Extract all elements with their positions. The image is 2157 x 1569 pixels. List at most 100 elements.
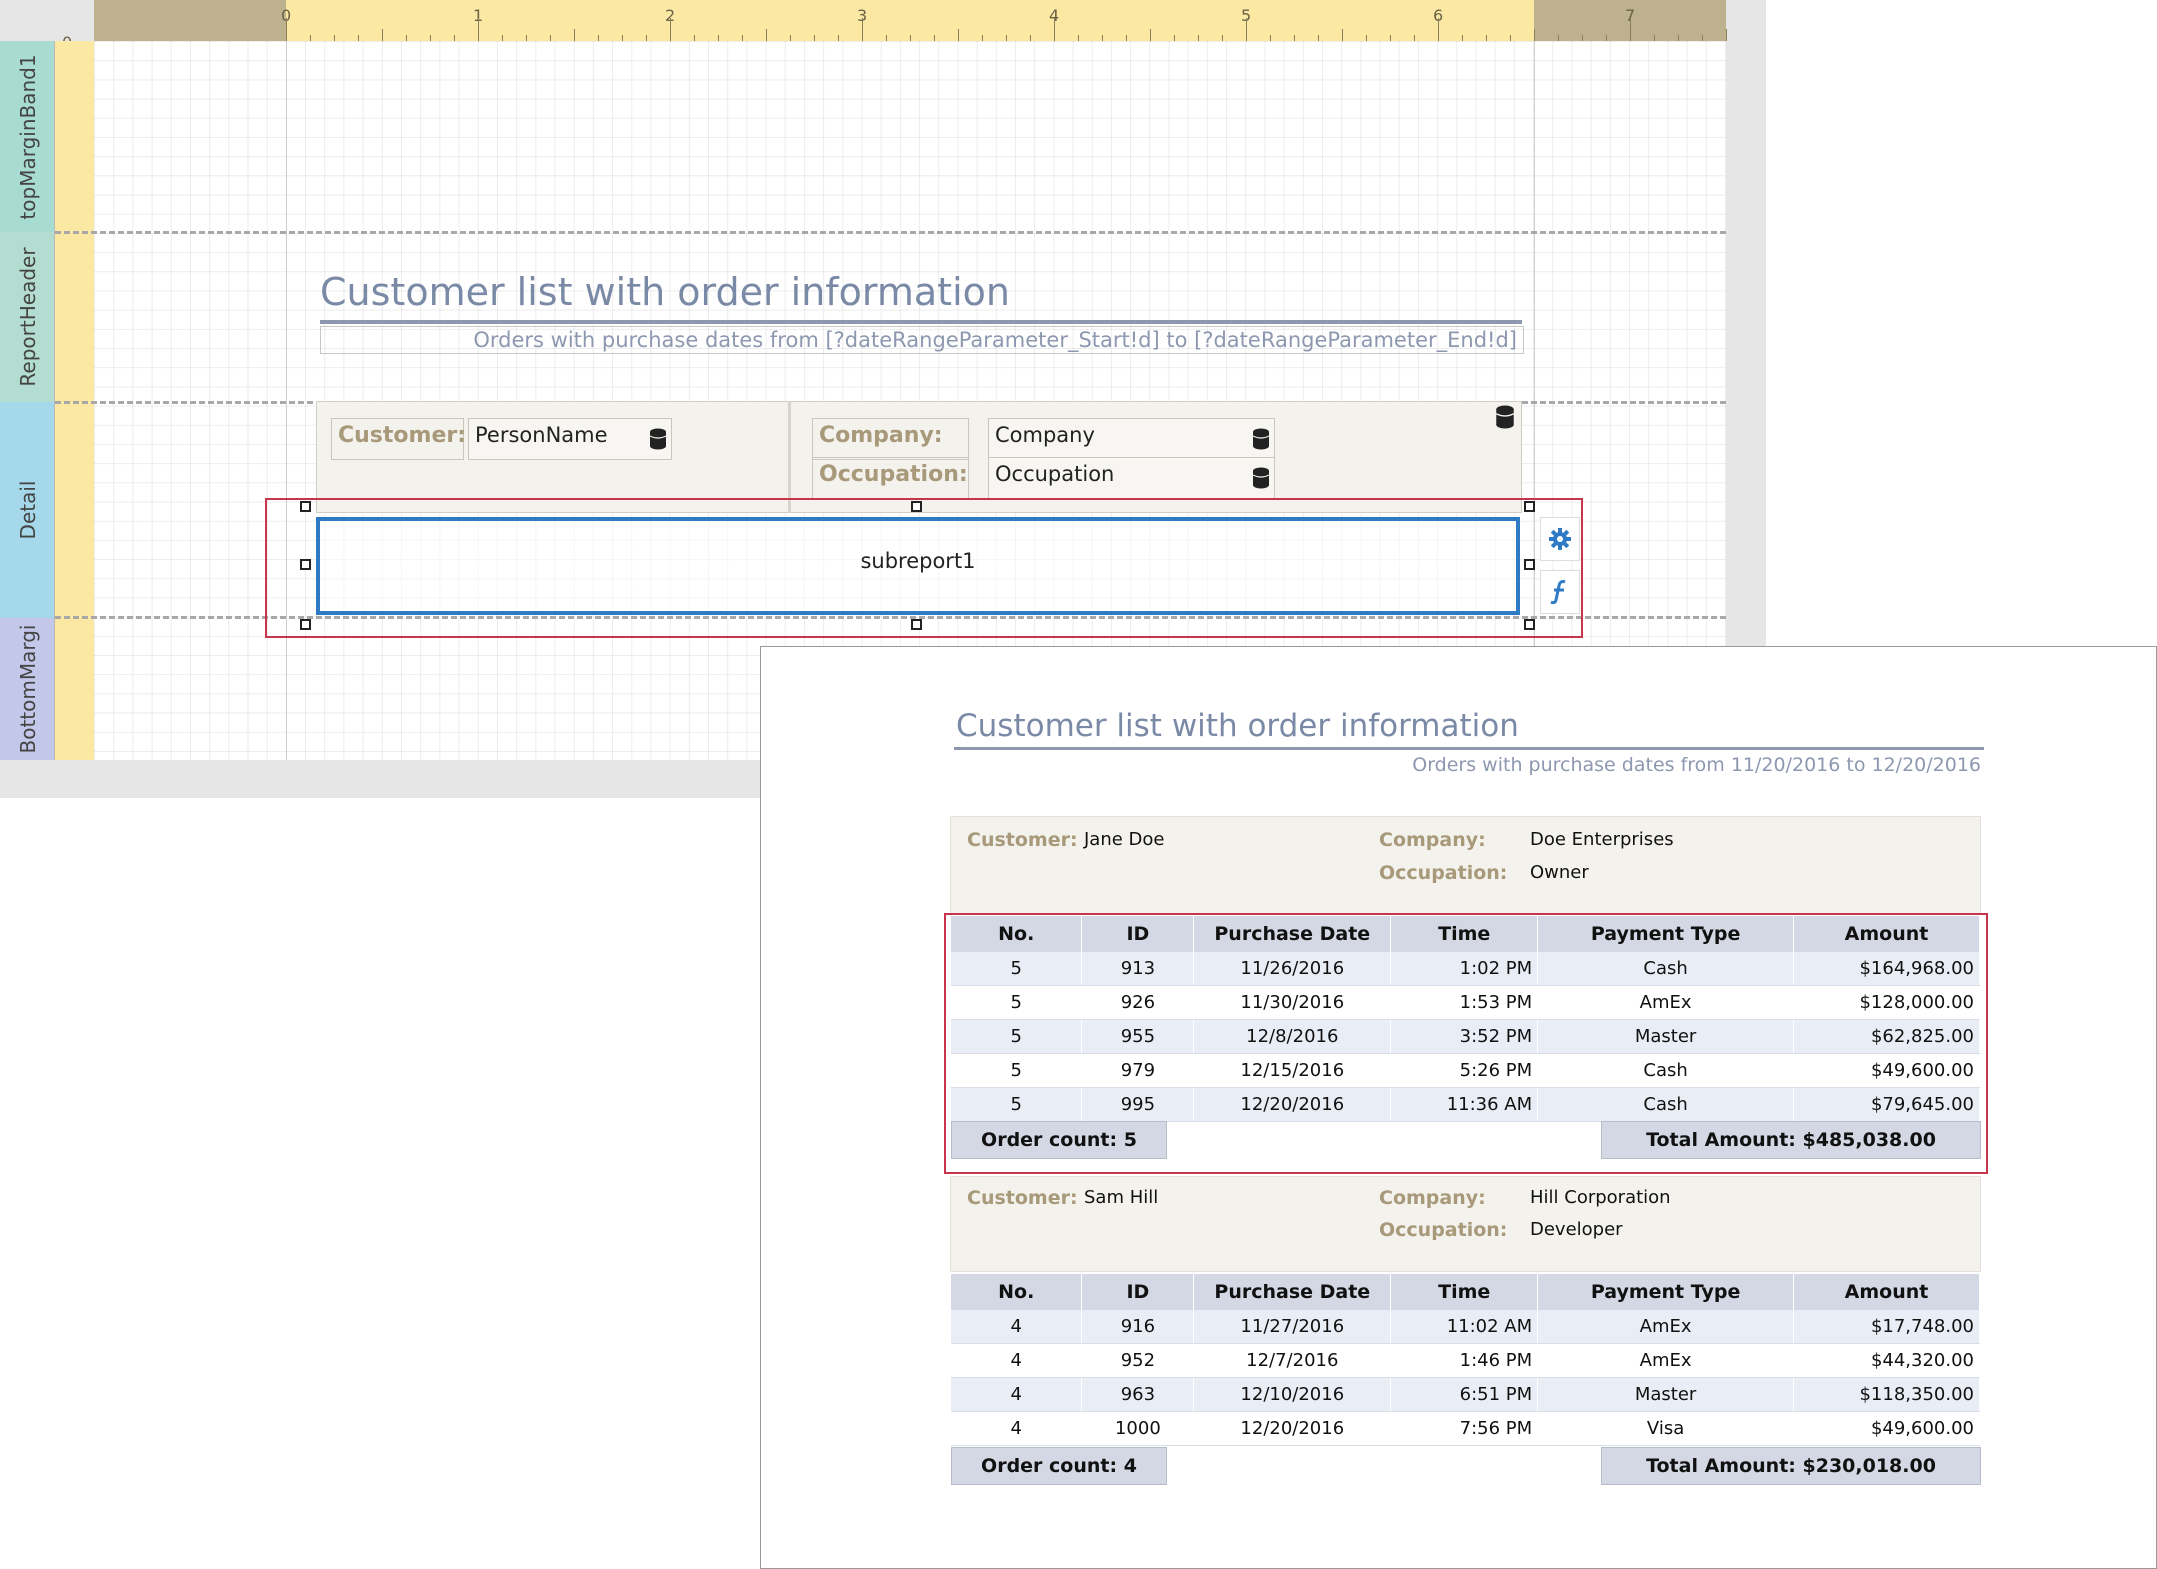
expression-button[interactable] [1540,570,1580,614]
customer-label: Customer: [967,829,1078,851]
column-header: Payment Type [1537,1274,1794,1310]
occupation-field[interactable]: Occupation [988,457,1275,499]
band-detail[interactable]: Detail [0,402,55,618]
orders-table: No. ID Purchase Date Time Payment Type A… [951,1274,1980,1446]
table-row: 4 963 12/10/2016 6:51 PM Master $118,350… [951,1377,1980,1412]
occupation-value: Owner [1530,862,1589,883]
ruler-tick [1630,18,1631,41]
title-underline [320,320,1522,324]
report-subtitle-label[interactable]: Orders with purchase dates from [?dateRa… [320,326,1524,354]
ruler-tick [478,18,479,41]
resize-handle-left[interactable] [300,559,311,570]
cell-id: 916 [1081,1310,1195,1344]
cell-date: 12/20/2016 [1193,1411,1392,1446]
resize-handle-bottom[interactable] [911,619,922,630]
preview-subreport-highlight [944,913,1988,1174]
cell-id: 963 [1081,1377,1195,1412]
resize-handle-bottom-left[interactable] [300,619,311,630]
company-field[interactable]: Company [988,418,1275,460]
company-field-text: Company [995,423,1095,447]
ruler-tick [670,18,671,41]
column-header: ID [1081,1274,1195,1310]
total-amount-summary: Total Amount: $230,018.00 [1601,1447,1981,1485]
company-label[interactable]: Company: [812,418,969,460]
cell-time: 11:02 AM [1390,1310,1539,1344]
ruler-tick [1054,18,1055,41]
ruler-corner [0,0,94,41]
band-detail-label: Detail [15,480,40,540]
cell-id: 1000 [1081,1411,1195,1446]
band-top-margin-label: topMarginBand1 [15,53,40,220]
preview-title-underline [954,747,1984,750]
cell-payment: AmEx [1537,1310,1794,1344]
band-separator[interactable] [55,231,1726,234]
preview-title: Customer list with order information [956,708,1519,744]
order-count-summary: Order count: 4 [951,1447,1167,1485]
occupation-label[interactable]: Occupation: [812,457,969,499]
cell-time: 1:46 PM [1390,1343,1539,1378]
customer-value: Sam Hill [1084,1187,1159,1208]
gear-icon [1549,528,1571,550]
cell-no: 4 [951,1377,1083,1412]
resize-handle-top[interactable] [911,501,922,512]
resize-handle-bottom-right[interactable] [1524,619,1535,630]
preview-subtitle: Orders with purchase dates from 11/20/20… [1412,754,1981,776]
ruler-tick [1150,29,1151,41]
cell-no: 4 [951,1411,1083,1446]
occupation-label: Occupation: [1379,1219,1508,1241]
resize-handle-top-left[interactable] [300,501,311,512]
ruler-tick [574,29,575,41]
cell-no: 4 [951,1343,1083,1378]
database-icon [1252,467,1270,489]
person-name-field[interactable]: PersonName [468,418,672,460]
subreport-name: subreport1 [860,549,976,573]
panel-database-icon[interactable] [1495,405,1515,429]
ruler-tick [862,18,863,41]
cell-payment: Master [1537,1377,1794,1412]
table-row: 4 952 12/7/2016 1:46 PM AmEx $44,320.00 [951,1343,1980,1378]
cell-date: 11/27/2016 [1193,1310,1392,1344]
table-row: 4 1000 12/20/2016 7:56 PM Visa $49,600.0… [951,1411,1980,1446]
ruler-tick [766,29,767,41]
detail-panel-divider [788,401,791,513]
ruler-tick [286,18,287,41]
cell-amount: $17,748.00 [1793,1310,1980,1344]
report-title-label[interactable]: Customer list with order information [320,270,1010,314]
band-bottom-margin-label: BottomMargi [15,624,40,754]
column-header: No. [951,1274,1083,1310]
total-amount-label: Total Amount: [1646,1455,1796,1477]
cell-amount: $44,320.00 [1793,1343,1980,1378]
database-icon [649,428,667,450]
ruler-tick [1726,29,1727,41]
band-report-header-label: ReportHeader [15,247,40,387]
cell-time: 7:56 PM [1390,1411,1539,1446]
ruler-tick [1246,18,1247,41]
cell-id: 952 [1081,1343,1195,1378]
cell-payment: AmEx [1537,1343,1794,1378]
column-header: Time [1390,1274,1539,1310]
column-header: Amount [1793,1274,1980,1310]
resize-handle-top-right[interactable] [1524,501,1535,512]
company-value: Hill Corporation [1530,1187,1671,1208]
database-icon [1252,428,1270,450]
subreport-control[interactable]: subreport1 [316,517,1520,615]
company-label: Company: [1379,1187,1486,1209]
cell-no: 4 [951,1310,1083,1344]
report-subtitle-text: Orders with purchase dates from [?dateRa… [473,328,1517,352]
band-bottom-margin[interactable]: BottomMargi [0,618,55,760]
column-header: Purchase Date [1193,1274,1392,1310]
customer-label[interactable]: Customer: [331,418,466,460]
band-top-margin[interactable]: topMarginBand1 [0,41,55,232]
occupation-field-text: Occupation [995,462,1115,486]
company-label: Company: [1379,829,1486,851]
cell-amount: $49,600.00 [1793,1411,1980,1446]
resize-handle-right[interactable] [1524,559,1535,570]
ruler-tick [1534,29,1535,41]
customer-label: Customer: [967,1187,1078,1209]
table-row: 4 916 11/27/2016 11:02 AM AmEx $17,748.0… [951,1310,1980,1344]
band-report-header[interactable]: ReportHeader [0,232,55,402]
ruler-tick [958,29,959,41]
properties-button[interactable] [1540,517,1580,561]
cell-time: 6:51 PM [1390,1377,1539,1412]
company-value: Doe Enterprises [1530,829,1674,850]
